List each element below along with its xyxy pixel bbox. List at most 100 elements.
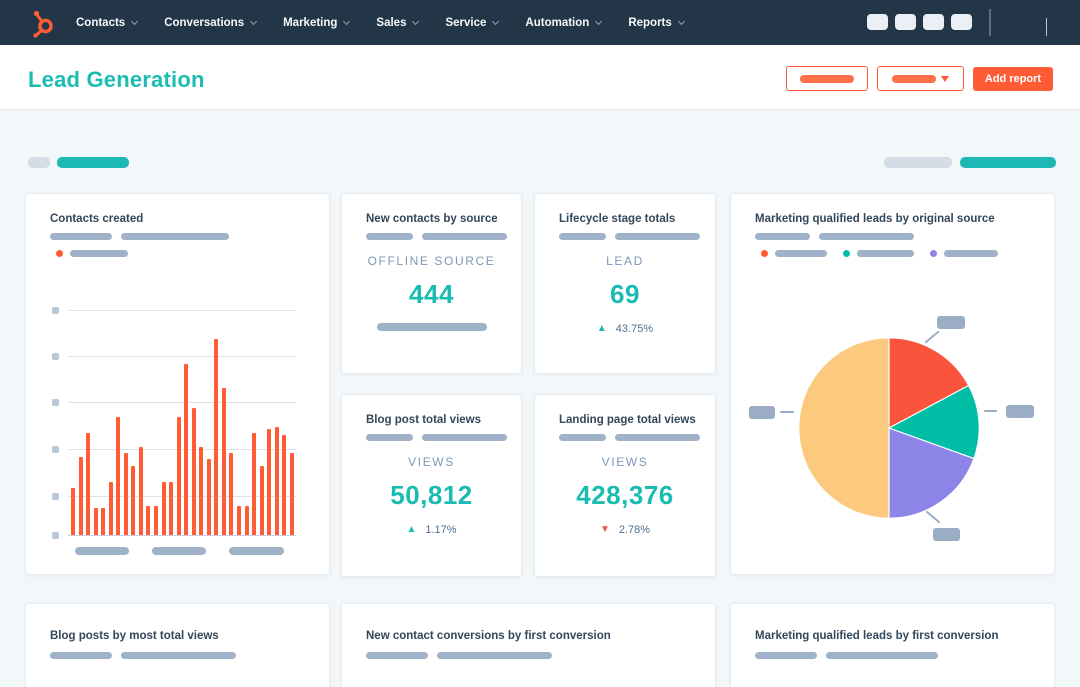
- button-label-placeholder: [800, 74, 854, 83]
- filter-pill-placeholder[interactable]: [960, 157, 1056, 168]
- legend-label-placeholder: [857, 250, 914, 257]
- nav-item-sales[interactable]: Sales: [376, 16, 420, 29]
- card-title: Lifecycle stage totals: [559, 213, 676, 225]
- y-tick-placeholder: [52, 307, 59, 314]
- card-title: Blog post total views: [366, 414, 482, 426]
- filter-pill-placeholder: [884, 157, 952, 168]
- bar: [206, 459, 211, 535]
- metric-delta: ▼ 2.78%: [535, 524, 715, 536]
- metric-category: OFFLINE SOURCE: [367, 254, 496, 268]
- card-contacts-created: Contacts created: [25, 193, 330, 575]
- filter-icon-placeholder: [28, 157, 50, 168]
- chevron-down-icon: [131, 17, 139, 25]
- pie-slice: [798, 337, 890, 519]
- card-subtitle-placeholder: [50, 652, 236, 659]
- card-mql-by-original-source: Marketing qualified leads by original so…: [730, 193, 1055, 575]
- subtitle-pill: [422, 233, 507, 240]
- nav-actions: [850, 0, 1080, 45]
- chevron-down-icon: [677, 17, 685, 25]
- nav-item-label: Sales: [376, 16, 407, 29]
- contacts-created-chart: [26, 194, 329, 574]
- dashboard-body: Contacts created New contacts by source: [0, 111, 1080, 687]
- nav-item-service[interactable]: Service: [445, 17, 500, 29]
- trend-arrow-icon: ▲: [596, 323, 607, 334]
- metric-delta: ▲ 43.75%: [535, 323, 715, 335]
- card-new-contact-conversions: New contact conversions by first convers…: [341, 603, 716, 687]
- bar: [116, 417, 121, 535]
- subtitle-pill: [559, 434, 606, 441]
- bar: [71, 488, 75, 535]
- nav-action-icons: [867, 14, 972, 30]
- metric-value: 50,812: [390, 480, 473, 510]
- bar: [221, 388, 226, 535]
- bar: [184, 364, 189, 535]
- subtitle-pill: [559, 233, 606, 240]
- dashboard-filter-button-placeholder[interactable]: [786, 66, 868, 91]
- metric-category: VIEWS: [601, 455, 649, 469]
- nav-item-reports[interactable]: Reports: [628, 16, 685, 29]
- page-header: Lead Generation Add report: [0, 45, 1080, 110]
- card-subtitle-placeholder: [366, 233, 507, 240]
- subtitle-pill: [755, 233, 810, 240]
- nav-item-conversations[interactable]: Conversations: [164, 17, 258, 29]
- dashboard-actions-dropdown-placeholder[interactable]: [877, 66, 964, 91]
- nav-action-icon-placeholder[interactable]: [951, 14, 972, 30]
- account-menu-caret-icon[interactable]: [1046, 18, 1047, 36]
- legend-item[interactable]: [761, 250, 827, 257]
- subtitle-pill: [366, 434, 413, 441]
- subtitle-pill: [366, 233, 413, 240]
- card-mql-by-first-conversion: Marketing qualified leads by first conve…: [730, 603, 1055, 687]
- add-report-button[interactable]: Add report: [973, 66, 1053, 91]
- page-title: Lead Generation: [28, 67, 205, 92]
- metric-body: LEAD 69 ▲ 43.75%: [535, 254, 715, 335]
- metric-value: 428,376: [576, 480, 674, 510]
- bar: [214, 339, 219, 535]
- card-subtitle-placeholder: [559, 434, 700, 441]
- card-new-contacts-by-source: New contacts by source OFFLINE SOURCE 44…: [341, 193, 522, 374]
- nav-item-label: Automation: [525, 16, 590, 29]
- contacts-created-bars: [71, 310, 294, 535]
- metric-value: 444: [409, 279, 454, 309]
- subtitle-pill: [422, 434, 507, 441]
- bar: [274, 427, 279, 535]
- nav-item-label: Reports: [628, 16, 672, 29]
- header-buttons: Add report: [786, 66, 1053, 91]
- legend-item[interactable]: [843, 250, 914, 257]
- pie-callout-pill: [933, 528, 960, 541]
- hubspot-dashboard: Contacts Conversations Marketing Sales Servi…: [0, 0, 1080, 687]
- dashboard-filter-right-placeholder: [884, 157, 1056, 168]
- y-tick-placeholder: [52, 399, 59, 406]
- legend-item[interactable]: [930, 250, 998, 257]
- bar: [161, 482, 166, 535]
- nav-item-marketing[interactable]: Marketing: [283, 17, 351, 29]
- hubspot-logo-icon[interactable]: [27, 8, 57, 38]
- bar: [191, 408, 196, 535]
- nav-item-automation[interactable]: Automation: [525, 16, 603, 29]
- card-subtitle-placeholder: [559, 233, 700, 240]
- metric-body: VIEWS 428,376 ▼ 2.78%: [535, 455, 715, 536]
- subtitle-pill: [615, 434, 700, 441]
- subtitle-pill: [121, 652, 236, 659]
- x-axis-labels-placeholder: [75, 547, 284, 555]
- card-title: Landing page total views: [559, 414, 696, 426]
- bar: [169, 482, 174, 535]
- y-tick-placeholder: [52, 493, 59, 500]
- legend-dot-icon: [843, 250, 850, 257]
- pie-callout-pill: [937, 316, 965, 329]
- bar: [259, 466, 264, 535]
- nav-menu: Contacts Conversations Marketing Sales Servi…: [76, 0, 685, 45]
- dropdown-caret-icon: [941, 75, 949, 82]
- metric-category: LEAD: [606, 254, 644, 268]
- nav-action-icon-placeholder[interactable]: [895, 14, 916, 30]
- card-subtitle-placeholder: [366, 434, 507, 441]
- nav-action-icon-placeholder[interactable]: [923, 14, 944, 30]
- mql-pie-chart: [798, 337, 980, 519]
- nav-action-icon-placeholder[interactable]: [867, 14, 888, 30]
- bar: [199, 447, 204, 535]
- subtitle-pill: [826, 652, 938, 659]
- bar: [108, 482, 113, 535]
- filter-pill-placeholder[interactable]: [57, 157, 129, 168]
- bar: [229, 453, 234, 535]
- nav-item-label: Contacts: [76, 16, 126, 29]
- nav-item-contacts[interactable]: Contacts: [76, 16, 139, 29]
